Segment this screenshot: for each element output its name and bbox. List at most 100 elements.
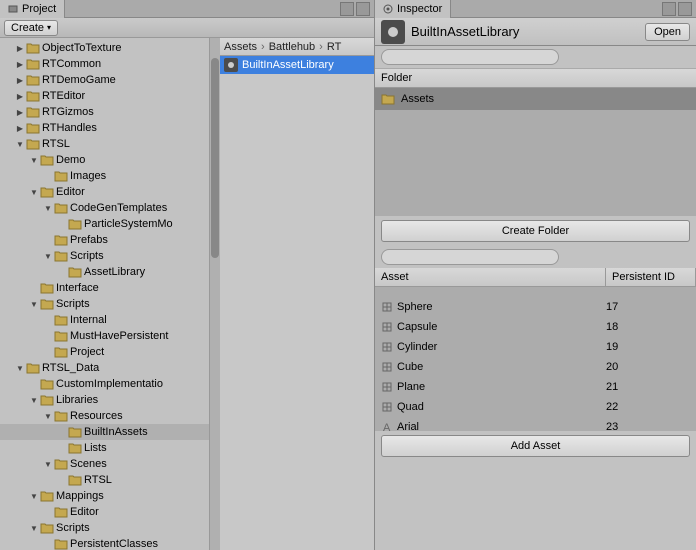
asset-icon [224, 58, 238, 72]
menu-icon[interactable] [678, 2, 692, 16]
tree-item[interactable]: AssetLibrary [0, 264, 209, 280]
tree-item[interactable]: Editor [0, 504, 209, 520]
project-panel: Project Create ▾ ObjectToTextureRTCommon… [0, 0, 375, 550]
table-row[interactable]: Capsule18 [375, 317, 696, 337]
tree-item[interactable]: Scripts [0, 520, 209, 536]
tree-item[interactable]: RTCommon [0, 56, 209, 72]
expand-arrow-icon[interactable] [14, 60, 26, 69]
scrollbar[interactable] [210, 38, 220, 550]
tree-item[interactable]: RTHandles [0, 120, 209, 136]
table-row[interactable] [375, 287, 696, 297]
expand-arrow-icon[interactable] [14, 108, 26, 117]
table-row[interactable]: AArial23 [375, 417, 696, 431]
tree-item[interactable]: Images [0, 168, 209, 184]
scrollbar-thumb[interactable] [211, 58, 219, 258]
tree-item[interactable]: RTGizmos [0, 104, 209, 120]
table-row[interactable]: Cylinder19 [375, 337, 696, 357]
tree-item[interactable]: Editor [0, 184, 209, 200]
file-items[interactable]: BuiltInAssetLibrary [220, 56, 374, 550]
tree-item[interactable]: Prefabs [0, 232, 209, 248]
file-item[interactable]: BuiltInAssetLibrary [220, 56, 374, 74]
inspector-tab[interactable]: Inspector [375, 0, 451, 18]
tree-item[interactable]: RTSL [0, 136, 209, 152]
tree-item[interactable]: Scenes [0, 456, 209, 472]
tree-item[interactable]: RTEditor [0, 88, 209, 104]
expand-arrow-icon[interactable] [14, 124, 26, 133]
asset-search-input[interactable] [381, 249, 559, 265]
table-row[interactable]: Cube20 [375, 357, 696, 377]
folder-search-input[interactable] [381, 49, 559, 65]
expand-arrow-icon[interactable] [28, 188, 40, 197]
breadcrumb[interactable]: Assets › Battlehub › RT [220, 38, 374, 56]
asset-column-header[interactable]: Asset [375, 268, 606, 286]
tree-item[interactable]: RTDemoGame [0, 72, 209, 88]
expand-arrow-icon[interactable] [28, 156, 40, 165]
expand-arrow-icon[interactable] [28, 524, 40, 533]
tree-item[interactable]: PersistentClasses [0, 536, 209, 550]
tree-item[interactable]: CodeGenTemplates [0, 200, 209, 216]
create-button[interactable]: Create ▾ [4, 20, 58, 36]
table-row[interactable]: Plane21 [375, 377, 696, 397]
tree-item[interactable]: Project [0, 344, 209, 360]
mesh-icon [381, 381, 393, 393]
table-row[interactable]: Sphere17 [375, 297, 696, 317]
asset-id: 21 [600, 381, 690, 393]
tree-item-label: PersistentClasses [70, 538, 158, 550]
id-column-header[interactable]: Persistent ID [606, 268, 696, 286]
tree-item-label: Libraries [56, 394, 98, 406]
folder-item[interactable]: Assets [375, 88, 696, 110]
expand-arrow-icon[interactable] [28, 396, 40, 405]
menu-icon[interactable] [356, 2, 370, 16]
tree-item[interactable]: Resources [0, 408, 209, 424]
tree-item[interactable]: CustomImplementatio [0, 376, 209, 392]
mesh-icon [381, 321, 393, 333]
tree-item[interactable]: MustHavePersistent [0, 328, 209, 344]
open-button[interactable]: Open [645, 23, 690, 41]
tree-item[interactable]: Interface [0, 280, 209, 296]
tree-item[interactable]: Scripts [0, 248, 209, 264]
expand-arrow-icon[interactable] [14, 364, 26, 373]
expand-arrow-icon[interactable] [42, 460, 54, 469]
expand-arrow-icon[interactable] [28, 492, 40, 501]
expand-arrow-icon[interactable] [42, 412, 54, 421]
panel-options [340, 2, 374, 16]
breadcrumb-item[interactable]: Assets [224, 41, 257, 53]
expand-arrow-icon[interactable] [42, 204, 54, 213]
tree-item[interactable]: Lists [0, 440, 209, 456]
tree-item[interactable]: RTSL_Data [0, 360, 209, 376]
breadcrumb-item[interactable]: Battlehub [269, 41, 315, 53]
table-header: Asset Persistent ID [375, 268, 696, 287]
folder-tree[interactable]: ObjectToTextureRTCommonRTDemoGameRTEdito… [0, 38, 210, 550]
lock-icon[interactable] [340, 2, 354, 16]
expand-arrow-icon[interactable] [14, 92, 26, 101]
expand-arrow-icon[interactable] [14, 44, 26, 53]
folder-icon [381, 93, 395, 105]
expand-arrow-icon[interactable] [14, 76, 26, 85]
tree-item[interactable]: Libraries [0, 392, 209, 408]
lock-icon[interactable] [662, 2, 676, 16]
expand-arrow-icon[interactable] [28, 300, 40, 309]
asset-table-body[interactable]: Sphere17Capsule18Cylinder19Cube20Plane21… [375, 287, 696, 431]
project-tab[interactable]: Project [0, 0, 65, 18]
breadcrumb-item[interactable]: RT [327, 41, 341, 53]
breadcrumb-separator: › [261, 41, 265, 53]
mesh-icon [381, 361, 393, 373]
table-row[interactable]: Quad22 [375, 397, 696, 417]
add-asset-button[interactable]: Add Asset [381, 435, 690, 457]
tree-item[interactable]: Demo [0, 152, 209, 168]
folder-icon [54, 538, 68, 550]
create-folder-button[interactable]: Create Folder [381, 220, 690, 242]
tree-item-label: Mappings [56, 490, 104, 502]
expand-arrow-icon[interactable] [42, 252, 54, 261]
tree-item[interactable]: Internal [0, 312, 209, 328]
expand-arrow-icon[interactable] [14, 140, 26, 149]
tree-item[interactable]: ParticleSystemMo [0, 216, 209, 232]
tree-item[interactable]: ObjectToTexture [0, 40, 209, 56]
tree-item[interactable]: BuiltInAssets [0, 424, 209, 440]
folder-icon [54, 330, 68, 342]
tree-item[interactable]: Mappings [0, 488, 209, 504]
tree-item[interactable]: Scripts [0, 296, 209, 312]
folder-icon [26, 138, 40, 150]
tree-item[interactable]: RTSL [0, 472, 209, 488]
folder-list[interactable]: Assets [375, 88, 696, 216]
